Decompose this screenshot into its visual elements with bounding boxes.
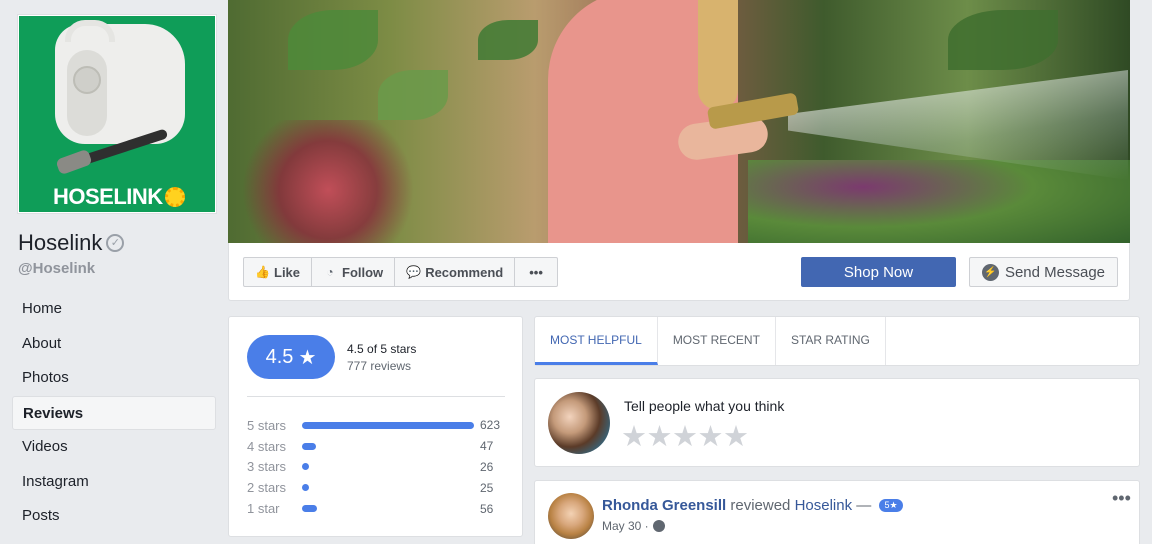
- like-button[interactable]: 👍 Like: [244, 258, 313, 286]
- recommend-button[interactable]: 💬 Recommend: [395, 258, 516, 286]
- reviewed-page-link[interactable]: Hoselink: [795, 497, 853, 514]
- sidebar-item-reviews[interactable]: Reviews: [12, 395, 216, 430]
- follow-button[interactable]: ◔ Follow: [312, 258, 396, 286]
- more-actions-button[interactable]: •••: [515, 258, 557, 286]
- sidebar-item-posts[interactable]: Posts: [12, 499, 216, 534]
- rating-summary-text: 4.5 of 5 stars 777 reviews: [347, 341, 416, 375]
- five-star-badge: 5★: [879, 499, 903, 512]
- sidebar-item-about[interactable]: About: [12, 327, 216, 362]
- current-user-avatar: [548, 392, 610, 454]
- rating-star-1-icon[interactable]: ★: [621, 419, 647, 454]
- page-handle[interactable]: @Hoselink: [18, 260, 95, 277]
- reviewer-name-link[interactable]: Rhonda Greensill: [602, 497, 726, 514]
- rating-row-3[interactable]: 3 stars 26: [247, 457, 509, 478]
- cover-photo[interactable]: [228, 0, 1130, 243]
- star-rating-input: ★★★★★: [621, 419, 749, 454]
- more-dots-icon: •••: [529, 264, 543, 280]
- hose-reel-logo-image: HOSELINK: [19, 16, 215, 212]
- rating-bar: [302, 421, 474, 429]
- profile-picture[interactable]: HOSELINK: [17, 14, 217, 214]
- tab-most-helpful[interactable]: MOST HELPFUL: [535, 317, 658, 365]
- speech-bubble-icon: 💬: [406, 265, 422, 279]
- sidebar-item-home[interactable]: Home: [12, 292, 216, 327]
- rating-bar: [302, 442, 316, 450]
- sidebar-item-instagram[interactable]: Instagram: [12, 465, 216, 500]
- thumbs-up-icon: 👍: [255, 265, 270, 279]
- rating-bar: [302, 505, 318, 513]
- divider: [247, 396, 505, 397]
- review-post: Rhonda Greensill reviewed Hoselink — 5★ …: [534, 480, 1140, 544]
- sunflower-icon: [164, 187, 185, 207]
- rating-bar: [302, 484, 309, 492]
- page-name-text[interactable]: Hoselink: [18, 230, 102, 256]
- review-dash: —: [856, 497, 872, 514]
- review-timestamp[interactable]: May 30 ·: [602, 519, 649, 533]
- hose-reel-graphic: [55, 20, 185, 144]
- send-message-button[interactable]: ⚡ Send Message: [969, 257, 1118, 287]
- sidebar-nav: Home About Photos Reviews Videos Instagr…: [12, 292, 216, 534]
- reviewer-avatar[interactable]: [548, 493, 594, 539]
- rating-score-pill: 4.5 ★: [247, 335, 335, 379]
- verified-check-icon: ✓: [106, 234, 125, 252]
- star-icon: ★: [298, 346, 317, 369]
- rss-follow-icon: ◔: [326, 265, 334, 279]
- review-date: May 30 ·: [602, 519, 665, 533]
- review-header: Rhonda Greensill reviewed Hoselink — 5★: [602, 497, 903, 514]
- rating-row-5[interactable]: 5 stars 623: [247, 415, 509, 436]
- review-sort-tabs: MOST HELPFUL MOST RECENT STAR RATING: [534, 316, 1140, 366]
- tab-most-recent[interactable]: MOST RECENT: [658, 317, 776, 365]
- review-prompt[interactable]: Tell people what you think: [624, 398, 784, 414]
- rating-row-4[interactable]: 4 stars 47: [247, 436, 509, 457]
- rating-row-1[interactable]: 1 star 56: [247, 498, 509, 519]
- page-name[interactable]: Hoselink ✓: [18, 230, 125, 256]
- sidebar-item-videos[interactable]: Videos: [12, 430, 216, 465]
- rating-distribution: 5 stars 623 4 stars 47 3 stars 26 2 star…: [247, 415, 509, 519]
- shop-now-button[interactable]: Shop Now: [801, 257, 956, 287]
- rating-star-3-icon[interactable]: ★: [672, 419, 698, 454]
- rating-out-of: 4.5 of 5 stars: [347, 342, 417, 356]
- globe-icon: [652, 520, 665, 532]
- review-verb: reviewed: [730, 497, 791, 514]
- write-review-card: Tell people what you think ★★★★★: [534, 378, 1140, 467]
- brand-logo: HOSELINK: [53, 184, 185, 210]
- page-actions-group: 👍 Like ◔ Follow 💬 Recommend •••: [243, 257, 558, 287]
- rating-star-2-icon[interactable]: ★: [647, 419, 673, 454]
- rating-bar: [302, 463, 309, 471]
- page-action-bar: 👍 Like ◔ Follow 💬 Recommend ••• Shop Now…: [228, 243, 1130, 301]
- review-options-button[interactable]: •••: [1112, 489, 1131, 507]
- rating-row-2[interactable]: 2 stars 25: [247, 477, 509, 498]
- sidebar-item-photos[interactable]: Photos: [12, 361, 216, 396]
- messenger-icon: ⚡: [981, 263, 999, 281]
- tab-star-rating[interactable]: STAR RATING: [776, 317, 886, 365]
- rating-star-5-icon[interactable]: ★: [723, 419, 749, 454]
- rating-summary-card: 4.5 ★ 4.5 of 5 stars 777 reviews 5 stars…: [228, 316, 523, 537]
- review-count[interactable]: 777 reviews: [347, 358, 416, 375]
- rating-star-4-icon[interactable]: ★: [698, 419, 724, 454]
